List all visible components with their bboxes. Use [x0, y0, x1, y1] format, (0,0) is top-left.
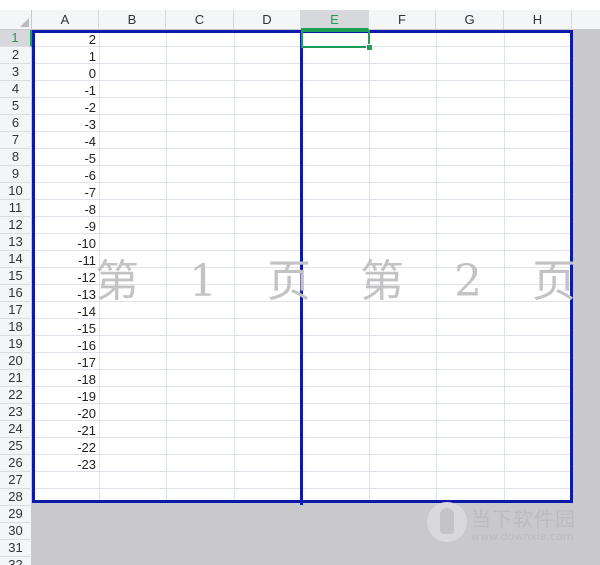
- row-header-4[interactable]: 4: [0, 81, 32, 98]
- row-header-29[interactable]: 29: [0, 506, 32, 523]
- select-all-triangle-icon: [20, 18, 29, 27]
- cell-a25[interactable]: -22: [32, 439, 98, 456]
- column-header-b[interactable]: B: [99, 10, 166, 30]
- row-header-11[interactable]: 11: [0, 200, 32, 217]
- spreadsheet-page-break-preview: A B C D E F G H 1 2 3 4 5 6 7 8 9 10 11 12 13 14 15 16 1…: [0, 0, 600, 565]
- row-header-19[interactable]: 19: [0, 336, 32, 353]
- row-header-31[interactable]: 31: [0, 540, 32, 557]
- row-header-23[interactable]: 23: [0, 404, 32, 421]
- row-header-24[interactable]: 24: [0, 421, 32, 438]
- column-header-c[interactable]: C: [166, 10, 234, 30]
- cell-a19[interactable]: -16: [32, 337, 98, 354]
- row-header-30[interactable]: 30: [0, 523, 32, 540]
- row-header-16[interactable]: 16: [0, 285, 32, 302]
- cell-a9[interactable]: -6: [32, 167, 98, 184]
- row-header-21[interactable]: 21: [0, 370, 32, 387]
- column-header-e[interactable]: E: [301, 10, 369, 30]
- logo-brand-text: 当下软件园: [471, 507, 576, 531]
- cell-a12[interactable]: -9: [32, 218, 98, 235]
- row-header-3[interactable]: 3: [0, 64, 32, 81]
- logo-url-text: www.downxia.com: [471, 530, 574, 543]
- cell-a21[interactable]: -18: [32, 371, 98, 388]
- cell-a11[interactable]: -8: [32, 201, 98, 218]
- select-all-corner[interactable]: [0, 10, 32, 30]
- row-header-18[interactable]: 18: [0, 319, 32, 336]
- column-header-h[interactable]: H: [504, 10, 572, 30]
- row-header-13[interactable]: 13: [0, 234, 32, 251]
- cell-a7[interactable]: -4: [32, 133, 98, 150]
- cell-a23[interactable]: -20: [32, 405, 98, 422]
- row-header-1[interactable]: 1: [0, 30, 32, 47]
- cell-a2[interactable]: 1: [32, 48, 98, 65]
- row-header-17[interactable]: 17: [0, 302, 32, 319]
- row-header-12[interactable]: 12: [0, 217, 32, 234]
- fill-handle[interactable]: [366, 44, 373, 51]
- cell-a22[interactable]: -19: [32, 388, 98, 405]
- cell-a10[interactable]: -7: [32, 184, 98, 201]
- cell-a8[interactable]: -5: [32, 150, 98, 167]
- row-header-7[interactable]: 7: [0, 132, 32, 149]
- cell-a13[interactable]: -10: [32, 235, 98, 252]
- site-watermark-logo: 当下软件园 www.downxia.com: [425, 500, 595, 550]
- page-1-label: 第 1 页: [95, 256, 329, 307]
- row-header-6[interactable]: 6: [0, 115, 32, 132]
- row-header-9[interactable]: 9: [0, 166, 32, 183]
- selected-cell-e1[interactable]: [301, 30, 370, 48]
- cell-a17[interactable]: -14: [32, 303, 98, 320]
- cell-a5[interactable]: -2: [32, 99, 98, 116]
- row-header-22[interactable]: 22: [0, 387, 32, 404]
- row-header-27[interactable]: 27: [0, 472, 32, 489]
- top-strip: [0, 0, 600, 10]
- page-2-label: 第 2 页: [360, 256, 594, 307]
- row-header-8[interactable]: 8: [0, 149, 32, 166]
- column-header-g[interactable]: G: [436, 10, 504, 30]
- column-header-a[interactable]: A: [32, 10, 99, 30]
- cell-a6[interactable]: -3: [32, 116, 98, 133]
- cell-a16[interactable]: -13: [32, 286, 98, 303]
- cell-a18[interactable]: -15: [32, 320, 98, 337]
- logo-flame-icon: [440, 508, 454, 534]
- column-header-overflow: [572, 10, 600, 30]
- cell-a26[interactable]: -23: [32, 456, 98, 473]
- page-break-left[interactable]: [32, 30, 35, 503]
- row-header-5[interactable]: 5: [0, 98, 32, 115]
- row-header-32[interactable]: 32: [0, 557, 32, 565]
- cell-a15[interactable]: -12: [32, 269, 98, 286]
- row-header-26[interactable]: 26: [0, 455, 32, 472]
- row-header-2[interactable]: 2: [0, 47, 32, 64]
- cell-a20[interactable]: -17: [32, 354, 98, 371]
- row-header-15[interactable]: 15: [0, 268, 32, 285]
- column-header-f[interactable]: F: [369, 10, 436, 30]
- column-header-d[interactable]: D: [234, 10, 301, 30]
- row-header-28[interactable]: 28: [0, 489, 32, 506]
- cell-a24[interactable]: -21: [32, 422, 98, 439]
- cell-a4[interactable]: -1: [32, 82, 98, 99]
- row-header-10[interactable]: 10: [0, 183, 32, 200]
- cell-a14[interactable]: -11: [32, 252, 98, 269]
- cell-a1[interactable]: 2: [32, 31, 98, 48]
- cell-a3[interactable]: 0: [32, 65, 98, 82]
- row-header-14[interactable]: 14: [0, 251, 32, 268]
- row-header-25[interactable]: 25: [0, 438, 32, 455]
- row-header-20[interactable]: 20: [0, 353, 32, 370]
